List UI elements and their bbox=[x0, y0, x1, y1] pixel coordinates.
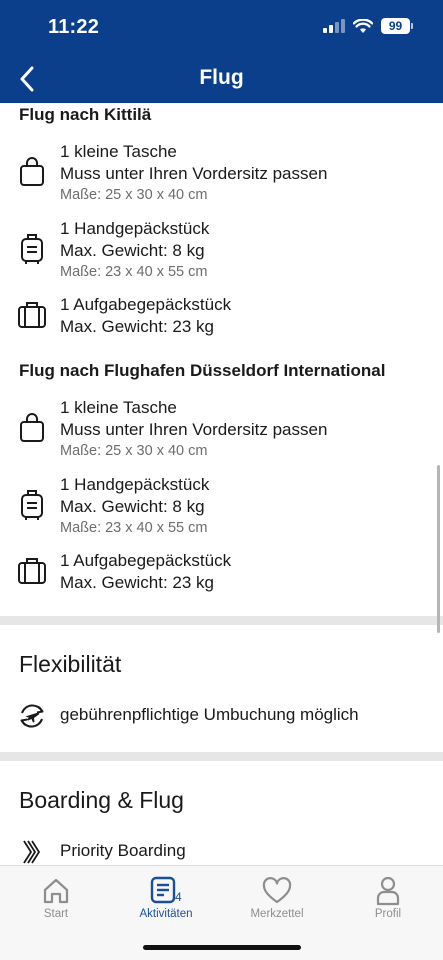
checked-luggage-icon bbox=[16, 554, 48, 588]
section-title-boarding: Boarding & Flug bbox=[19, 787, 184, 813]
tab-label: Profil bbox=[374, 908, 402, 920]
cabin-luggage-icon bbox=[16, 232, 48, 266]
home-indicator bbox=[143, 945, 301, 950]
feature-label: gebührenpflichtige Umbuchung möglich bbox=[60, 705, 359, 724]
tab-label: Aktivitäten bbox=[139, 908, 193, 920]
scrollbar[interactable] bbox=[437, 465, 440, 633]
section-divider bbox=[0, 616, 443, 625]
feature-priority-boarding: Priority Boarding bbox=[0, 835, 443, 865]
handbag-icon bbox=[16, 155, 48, 189]
flight-title: Flug nach Flughafen Düsseldorf Internati… bbox=[19, 361, 386, 380]
profile-icon bbox=[343, 876, 433, 906]
bag-size: Maße: 23 x 40 x 55 cm bbox=[60, 264, 208, 280]
bag-name: 1 Aufgabegepäckstück bbox=[60, 295, 232, 314]
bag-detail: Muss unter Ihren Vordersitz passen bbox=[60, 164, 328, 183]
flight-title: Flug nach Kittilä bbox=[19, 105, 152, 124]
bag-detail: Max. Gewicht: 8 kg bbox=[60, 497, 205, 516]
tab-start[interactable]: Start bbox=[11, 876, 101, 926]
priority-chevrons-icon bbox=[16, 835, 48, 865]
tab-label: Start bbox=[43, 908, 69, 920]
app-header: 11:22 99 Flug bbox=[0, 0, 443, 103]
tab-label: Merkzettel bbox=[250, 908, 304, 920]
section-divider bbox=[0, 752, 443, 761]
tab-profil[interactable]: Profil bbox=[343, 876, 433, 926]
bag-name: 1 Handgepäckstück bbox=[60, 219, 210, 238]
flight-details-content[interactable]: Flug nach Kittilä 1 kleine Tasche Muss u… bbox=[0, 103, 443, 865]
bag-size: Maße: 25 x 30 x 40 cm bbox=[60, 443, 208, 459]
bag-detail: Max. Gewicht: 8 kg bbox=[60, 241, 205, 260]
checked-luggage-icon bbox=[16, 298, 48, 332]
heart-icon bbox=[232, 876, 322, 906]
wifi-icon bbox=[353, 18, 373, 33]
bag-name: 1 kleine Tasche bbox=[60, 142, 177, 161]
tab-merkzettel[interactable]: Merkzettel bbox=[232, 876, 322, 926]
bag-name: 1 Handgepäckstück bbox=[60, 475, 210, 494]
bag-name: 1 kleine Tasche bbox=[60, 398, 177, 417]
feature-rebooking: gebührenpflichtige Umbuchung möglich bbox=[0, 699, 443, 733]
handbag-icon bbox=[16, 411, 48, 445]
bag-detail: Muss unter Ihren Vordersitz passen bbox=[60, 420, 328, 439]
battery-icon: 99 bbox=[381, 18, 413, 34]
battery-level: 99 bbox=[381, 18, 410, 34]
bag-detail: Max. Gewicht: 23 kg bbox=[60, 317, 215, 336]
signal-icon bbox=[323, 19, 345, 33]
activities-icon: 4 bbox=[121, 876, 211, 906]
cabin-luggage-icon bbox=[16, 488, 48, 522]
home-icon bbox=[11, 876, 101, 906]
bag-size: Maße: 23 x 40 x 55 cm bbox=[60, 520, 208, 536]
rebooking-icon bbox=[16, 699, 48, 733]
activities-badge: 4 bbox=[175, 890, 182, 904]
feature-label: Priority Boarding bbox=[60, 841, 186, 860]
status-time: 11:22 bbox=[48, 16, 100, 38]
bag-name: 1 Aufgabegepäckstück bbox=[60, 551, 232, 570]
tab-activities[interactable]: 4 Aktivitäten bbox=[121, 876, 211, 926]
bag-size: Maße: 25 x 30 x 40 cm bbox=[60, 187, 208, 203]
page-title: Flug bbox=[199, 66, 244, 89]
section-title-flexibility: Flexibilität bbox=[19, 651, 122, 677]
status-icons: 99 bbox=[323, 18, 413, 34]
bag-detail: Max. Gewicht: 23 kg bbox=[60, 573, 215, 592]
